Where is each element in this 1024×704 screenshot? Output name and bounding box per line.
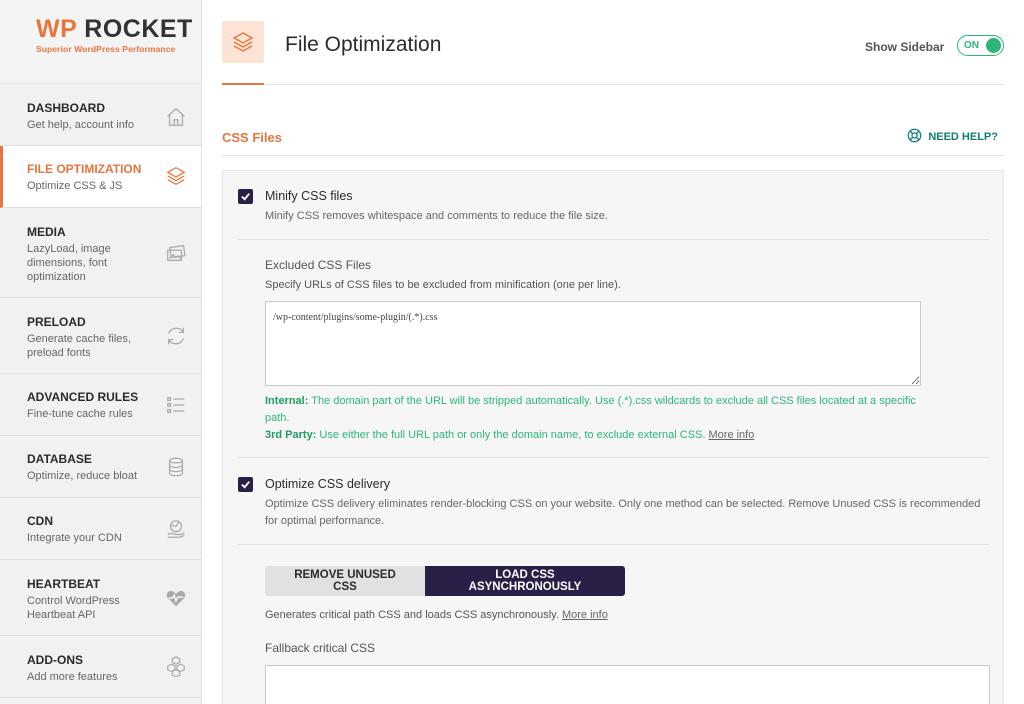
home-icon — [165, 106, 187, 128]
show-sidebar-toggle[interactable]: ON — [957, 35, 1004, 56]
async-more-info-link[interactable]: More info — [562, 609, 608, 621]
sidebar-item-database[interactable]: DATABASE Optimize, reduce bloat — [0, 436, 201, 498]
optimize-css-delivery-checkbox[interactable] — [238, 477, 253, 492]
remove-unused-css-button[interactable]: REMOVE UNUSED CSS — [265, 566, 425, 596]
need-help-link[interactable]: NEED HELP? — [907, 128, 998, 146]
sidebar-item-file-optimization[interactable]: FILE OPTIMIZATION Optimize CSS & JS — [0, 146, 201, 208]
fallback-critical-css-textarea[interactable] — [265, 665, 990, 704]
sidebar-item-desc: LazyLoad, image dimensions, font optimiz… — [27, 243, 111, 283]
sidebar-item-desc: Integrate your CDN — [27, 532, 122, 544]
divider — [237, 544, 989, 545]
internal-note: Internal: The domain part of the URL wil… — [265, 395, 916, 424]
images-icon — [165, 242, 187, 264]
css-options-panel: Minify CSS files Minify CSS removes whit… — [222, 170, 1004, 704]
sidebar-item-media[interactable]: MEDIA LazyLoad, image dimensions, font o… — [0, 208, 201, 298]
sidebar-item-desc: Get help, account info — [27, 119, 135, 131]
minify-css-desc: Minify CSS removes whitespace and commen… — [265, 210, 608, 222]
excluded-more-info-link[interactable]: More info — [709, 429, 755, 441]
sidebar-item-desc: Fine-tune cache rules — [27, 408, 133, 420]
sidebar-item-dashboard[interactable]: DASHBOARD Get help, account info — [0, 84, 201, 146]
divider — [237, 457, 989, 458]
sidebar-item-desc: Generate cache files, preload fonts — [27, 333, 131, 359]
minify-css-option: Minify CSS files Minify CSS removes whit… — [237, 187, 989, 227]
list-icon — [165, 394, 187, 416]
minify-css-label: Minify CSS files — [265, 189, 353, 203]
sidebar-item-desc: Optimize CSS & JS — [27, 180, 123, 192]
async-css-desc: Generates critical path CSS and loads CS… — [265, 609, 608, 621]
excluded-css-label: Excluded CSS Files — [265, 258, 372, 272]
third-party-note: 3rd Party: Use either the full URL path … — [265, 429, 755, 441]
refresh-icon — [165, 325, 187, 347]
toggle-knob — [986, 38, 1001, 53]
optimize-css-delivery-option: Optimize CSS delivery Optimize CSS deliv… — [237, 475, 989, 535]
excluded-css-desc: Specify URLs of CSS files to be excluded… — [265, 279, 621, 291]
wp-rocket-logo[interactable]: WP ROCKET Superior WordPress Performance — [0, 0, 201, 84]
need-help-label: NEED HELP? — [928, 131, 998, 143]
globe-hand-icon — [165, 518, 187, 540]
load-css-async-button[interactable]: LOAD CSS ASYNCHRONOUSLY — [425, 566, 625, 596]
divider — [237, 239, 989, 240]
database-icon — [165, 456, 187, 478]
show-sidebar-label: Show Sidebar — [865, 40, 945, 54]
heartbeat-icon — [165, 587, 187, 609]
section-header: CSS Files NEED HELP? — [222, 120, 1004, 156]
logo-wordmark: WP ROCKET — [36, 15, 193, 43]
sidebar-item-advanced-rules[interactable]: ADVANCED RULES Fine-tune cache rules — [0, 374, 201, 436]
page-header: File Optimization Show Sidebar ON — [222, 0, 1004, 85]
sidebar-item-desc: Optimize, reduce bloat — [27, 470, 138, 482]
logo-tagline: Superior WordPress Performance — [36, 44, 176, 54]
css-delivery-method-toggle: REMOVE UNUSED CSS LOAD CSS ASYNCHRONOUSL… — [265, 566, 625, 596]
minify-css-checkbox[interactable] — [238, 189, 253, 204]
sidebar-item-desc: Control WordPress Heartbeat API — [27, 595, 120, 621]
sidebar-item-preload[interactable]: PRELOAD Generate cache files, preload fo… — [0, 298, 201, 374]
toggle-state-label: ON — [964, 40, 979, 51]
fallback-critical-css-label: Fallback critical CSS — [265, 641, 376, 655]
sidebar-item-heartbeat[interactable]: HEARTBEAT Control WordPress Heartbeat AP… — [0, 560, 201, 636]
sidebar-item-title: MEDIA — [27, 225, 66, 239]
sidebar-item-desc: Add more features — [27, 671, 118, 683]
excluded-css-note: Internal: The domain part of the URL wil… — [265, 393, 925, 444]
excluded-css-textarea[interactable]: /wp-content/plugins/some-plugin/(.*).css — [265, 301, 921, 386]
layers-icon — [165, 165, 187, 187]
sidebar: WP ROCKET Superior WordPress Performance… — [0, 0, 202, 704]
header-layers-icon — [222, 21, 264, 63]
optimize-css-delivery-desc: Optimize CSS delivery eliminates render-… — [265, 498, 981, 527]
cubes-icon — [165, 655, 187, 678]
sidebar-item-cdn[interactable]: CDN Integrate your CDN — [0, 498, 201, 560]
page-title: File Optimization — [285, 33, 442, 56]
header-icon-underline — [222, 83, 264, 85]
lifebuoy-icon — [907, 128, 922, 146]
section-title: CSS Files — [222, 130, 282, 145]
sidebar-item-add-ons[interactable]: ADD-ONS Add more features — [0, 636, 201, 698]
optimize-css-delivery-label: Optimize CSS delivery — [265, 477, 391, 491]
